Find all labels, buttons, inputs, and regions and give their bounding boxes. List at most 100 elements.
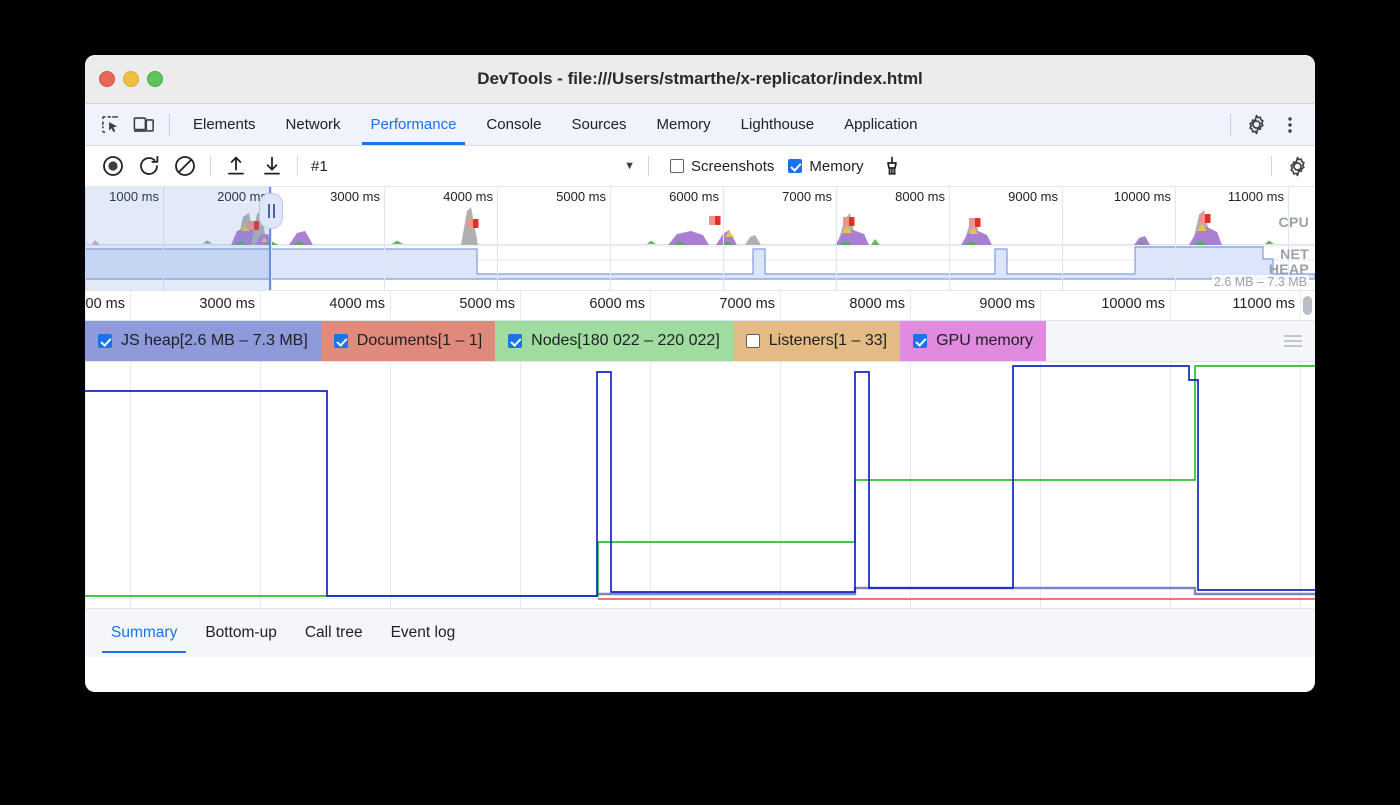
screen-root: DevTools - file:///Users/stmarthe/x-repl… [0,0,1400,805]
devtools-tab-strip: Elements Network Performance Console Sou… [85,104,1315,146]
timeline-tick: 9000 ms [1040,291,1041,320]
hamburger-menu-icon[interactable] [1271,321,1315,361]
overview-tick: 4000 ms [497,187,498,290]
tab-bottom-up[interactable]: Bottom-up [191,609,291,657]
overview-tick: 9000 ms [1062,187,1063,290]
close-window-button[interactable] [99,71,115,87]
more-vertical-icon[interactable] [1273,115,1307,135]
timeline-tick: 10000 ms [1170,291,1171,320]
selection-grip-icon[interactable] [259,193,283,229]
overview-tick: 6000 ms [723,187,724,290]
legend-item-js-heap[interactable]: JS heap[2.6 MB – 7.3 MB] [85,321,321,361]
timeline-tick: 11000 ms [1300,291,1301,320]
timeline-tick-label: 00 ms [86,296,126,312]
overview-tick-label: 10000 ms [1114,189,1171,204]
tab-memory[interactable]: Memory [642,104,726,145]
series-js-heap [85,366,1315,596]
legend-label: Nodes[180 022 – 220 022] [531,332,720,350]
overview-selection-handle[interactable] [269,187,271,290]
profile-select-value: #1 [311,158,328,175]
timeline-overview[interactable]: 1000 ms 1000 ms 2000 ms 3000 ms 4000 ms … [85,187,1315,291]
counters-legend-bar: JS heap[2.6 MB – 7.3 MB] Documents[1 – 1… [85,321,1315,362]
nodes-checkbox [508,334,522,348]
clear-icon[interactable] [167,151,203,181]
overview-selection-region[interactable] [85,187,269,290]
series-gpu-memory [598,588,1315,594]
tab-label: Application [844,116,917,133]
tab-sources[interactable]: Sources [556,104,641,145]
legend-item-gpu-memory[interactable]: GPU memory [900,321,1046,361]
btab-label: Bottom-up [205,624,277,642]
overview-lane-cpu-label: CPU [1279,214,1309,230]
tabstrip-actions-divider [1230,114,1231,136]
record-icon[interactable] [95,151,131,181]
screenshots-checkbox-box [670,159,684,173]
tab-application[interactable]: Application [829,104,932,145]
overview-lane-net-label: NET [1280,246,1309,262]
tab-event-log[interactable]: Event log [377,609,470,657]
timeline-tick-label: 9000 ms [979,296,1035,312]
tab-label: Console [486,116,541,133]
memory-label: Memory [809,158,863,175]
tab-network[interactable]: Network [271,104,356,145]
timeline-tick-label: 5000 ms [459,296,515,312]
legend-item-documents[interactable]: Documents[1 – 1] [321,321,495,361]
profile-select[interactable]: #1 ▼ [311,153,641,179]
timeline-tick: 7000 ms [780,291,781,320]
btab-label: Event log [391,624,456,642]
toolbar-divider-3 [648,156,649,176]
timeline-tick-label: 11000 ms [1232,296,1295,312]
tab-label: Lighthouse [741,116,814,133]
timeline-ruler: 00 ms 00 ms 3000 ms 4000 ms 5000 ms 6000… [85,291,1315,321]
legend-item-nodes[interactable]: Nodes[180 022 – 220 022] [495,321,733,361]
screenshots-checkbox[interactable]: Screenshots [670,158,774,175]
tab-performance[interactable]: Performance [356,104,472,145]
legend-label: Documents[1 – 1] [357,332,482,350]
gear-icon[interactable] [1239,114,1273,135]
tab-console[interactable]: Console [471,104,556,145]
window-title-bar: DevTools - file:///Users/stmarthe/x-repl… [85,55,1315,104]
inspect-icon[interactable] [93,104,127,145]
btab-label: Summary [111,624,177,642]
tab-call-tree[interactable]: Call tree [291,609,377,657]
minimize-window-button[interactable] [123,71,139,87]
toolbar-divider-1 [210,156,211,176]
overview-tick-label: 3000 ms [330,189,380,204]
timeline-tick: 6000 ms [650,291,651,320]
load-profile-icon[interactable] [218,151,254,181]
overview-tick-label: 9000 ms [1008,189,1058,204]
zoom-window-button[interactable] [147,71,163,87]
memory-checkbox[interactable]: Memory [788,158,863,175]
timeline-tick: 8000 ms [910,291,911,320]
legend-label: GPU memory [936,332,1033,350]
series-nodes [85,366,1315,596]
timeline-tick: 3000 ms [260,291,261,320]
timeline-tick-label: 7000 ms [719,296,775,312]
memory-counters-chart[interactable] [85,362,1315,608]
device-toolbar-icon[interactable] [127,104,161,145]
tab-label: Sources [571,116,626,133]
overview-tick-label: 11000 ms [1228,189,1284,204]
chevron-down-icon: ▼ [624,160,635,172]
timeline-tick-label: 6000 ms [589,296,645,312]
overview-tick-label: 4000 ms [443,189,493,204]
tab-label: Elements [193,116,256,133]
garbage-collect-icon[interactable] [874,151,910,181]
tab-label: Memory [657,116,711,133]
toolbar-divider-2 [297,156,298,176]
capture-settings-icon[interactable] [1279,151,1315,181]
overview-tick: 7000 ms [836,187,837,290]
devtools-window: DevTools - file:///Users/stmarthe/x-repl… [85,55,1315,692]
legend-item-listeners[interactable]: Listeners[1 – 33] [733,321,900,361]
tab-elements[interactable]: Elements [178,104,271,145]
vertical-scrollbar-thumb[interactable] [1303,296,1312,315]
tab-lighthouse[interactable]: Lighthouse [726,104,829,145]
timeline-tick-label: 10000 ms [1101,296,1165,312]
reload-record-icon[interactable] [131,151,167,181]
listeners-checkbox [746,334,760,348]
timeline-tick: 00 ms [130,291,131,320]
window-title: DevTools - file:///Users/stmarthe/x-repl… [85,69,1315,89]
save-profile-icon[interactable] [254,151,290,181]
tab-summary[interactable]: Summary [97,609,191,657]
tabstrip-actions [1222,104,1315,145]
